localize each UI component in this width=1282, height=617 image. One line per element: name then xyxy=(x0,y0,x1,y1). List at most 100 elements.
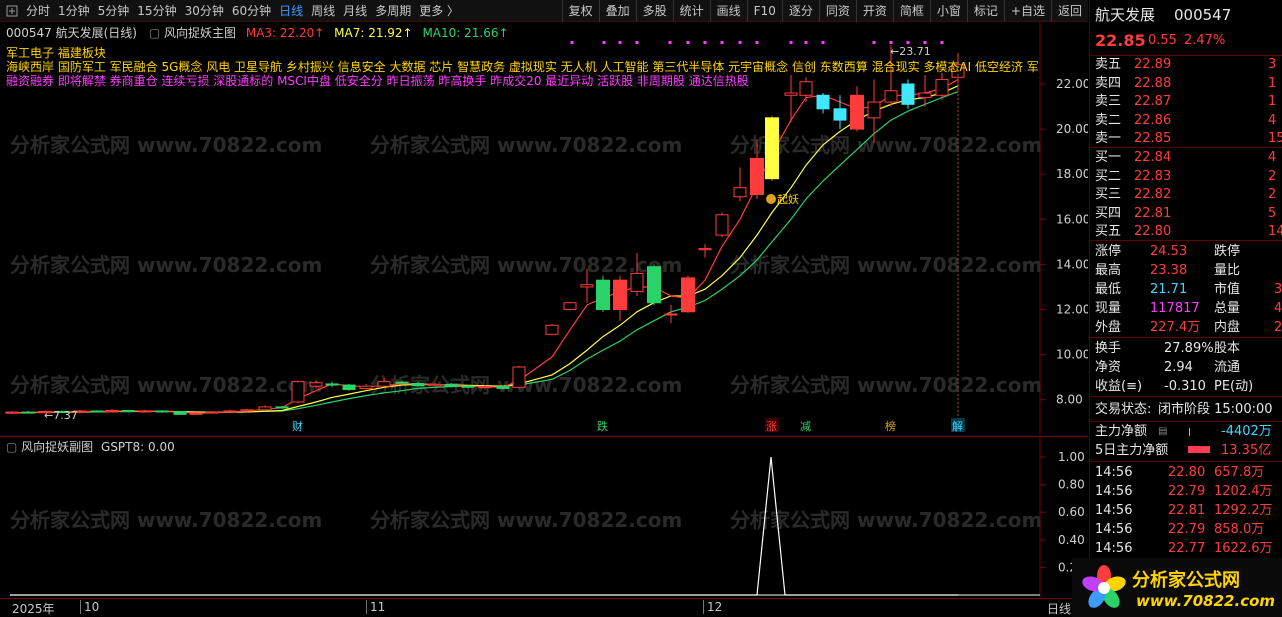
sub-indicator-name[interactable]: 风向捉妖副图 xyxy=(21,440,93,454)
period-tab-2[interactable]: 5分钟 xyxy=(94,0,134,22)
main-net-row[interactable]: 主力净额 ▤ -4402万 xyxy=(1090,422,1282,441)
toolbar-button-12[interactable]: +自选 xyxy=(1003,0,1051,22)
fold-icon[interactable] xyxy=(6,5,18,17)
watermark-text: 分析家公式网 www.70822.com xyxy=(730,373,1042,397)
indicator-icon[interactable]: ▢ xyxy=(149,26,160,40)
candle-body xyxy=(784,92,798,96)
stat-row: 现量 117817 总量 4 xyxy=(1090,299,1282,318)
main-kline-chart[interactable]: 分析家公式网 www.70822.com 分析家公式网 www.70822.com… xyxy=(0,22,1090,435)
period-tab-6[interactable]: 日线 xyxy=(275,0,307,22)
stat-label: 外盘 xyxy=(1095,320,1122,335)
toolbar-button-3[interactable]: 统计 xyxy=(672,0,710,22)
ma3-line xyxy=(11,78,959,414)
tick-time: 14:56 xyxy=(1095,465,1133,480)
stock-name: 航天发展 xyxy=(1095,6,1156,24)
period-tab-9[interactable]: 多周期 xyxy=(371,0,415,22)
site-logo: 分析家公式网 www.70822.com xyxy=(1072,558,1282,617)
candle-body xyxy=(901,83,915,105)
period-tab-8[interactable]: 月线 xyxy=(339,0,371,22)
toolbar-button-2[interactable]: 多股 xyxy=(635,0,673,22)
candle-body xyxy=(240,409,254,412)
toolbar-button-5[interactable]: F10 xyxy=(746,0,782,22)
candle-body xyxy=(664,313,678,316)
period-tab-5[interactable]: 60分钟 xyxy=(228,0,275,22)
indicator-name[interactable]: 风向捉妖主图 xyxy=(164,26,236,40)
fin-value: 2.94 xyxy=(1164,360,1193,375)
sub-indicator-chart[interactable]: 分析家公式网 www.70822.com 分析家公式网 www.70822.com… xyxy=(0,436,1088,599)
menu-icon[interactable]: ▤ xyxy=(1158,422,1167,441)
bid-label: 买三 xyxy=(1095,187,1122,202)
ask-volume: 15 xyxy=(1268,131,1282,146)
price-tick-2: 18.00 xyxy=(1056,167,1088,181)
ask-price: 22.87 xyxy=(1134,94,1172,109)
toolbar-button-8[interactable]: 开资 xyxy=(855,0,893,22)
watermark-text: 分析家公式网 www.70822.com xyxy=(370,133,682,157)
stat-value-2: 4 xyxy=(1274,301,1282,316)
period-tab-4[interactable]: 30分钟 xyxy=(181,0,228,22)
chart-toolbar: 分时 1分钟 5分钟 15分钟 30分钟 60分钟 日线 周线 月线 多周期 更多 〉 复权 叠加 多股… xyxy=(0,0,1088,22)
candle-body xyxy=(5,411,19,414)
stat-label-2: 跌停 xyxy=(1214,244,1241,259)
period-label[interactable]: 日线 xyxy=(1047,600,1071,617)
candle-body xyxy=(850,94,864,130)
tick-price: 22.81 xyxy=(1168,503,1206,518)
tick-volume: 657.8万 xyxy=(1214,465,1265,480)
ma7-label: MA7: 21.92↑ xyxy=(334,26,413,40)
tick-price: 22.80 xyxy=(1168,465,1206,480)
time-label-year: 2025年 xyxy=(12,602,55,616)
period-tab-0[interactable]: 分时 xyxy=(22,0,54,22)
bid-row: 买二 22.83 2 xyxy=(1090,167,1282,186)
event-marker-2: 涨 xyxy=(766,420,777,433)
signal-dot xyxy=(906,41,910,44)
toolbar-button-9[interactable]: 简框 xyxy=(892,0,930,22)
candle-body xyxy=(833,108,847,121)
quote-panel: 航天发展 000547 22.85 0.55 2.47% 卖五 22.89 3 卖四 2… xyxy=(1089,0,1282,617)
last-price: 22.85 xyxy=(1095,31,1146,50)
candle-body xyxy=(733,187,747,198)
signal-dot xyxy=(720,41,724,44)
tick-price: 22.79 xyxy=(1168,522,1206,537)
toolbar-button-1[interactable]: 叠加 xyxy=(598,0,636,22)
ma10-label: MA10: 21.66↑ xyxy=(422,26,509,40)
fin-row: 净资 2.94 流通 xyxy=(1090,358,1282,377)
sub-tick-1: 0.80 xyxy=(1058,478,1085,492)
candle-body xyxy=(816,94,830,110)
bid-row: 买五 22.80 14 xyxy=(1090,222,1282,241)
bid-price: 22.84 xyxy=(1134,150,1172,165)
bid-row: 买四 22.81 5 xyxy=(1090,204,1282,223)
candle-body xyxy=(121,410,135,413)
stat-label: 涨停 xyxy=(1095,244,1122,259)
period-tab-1[interactable]: 1分钟 xyxy=(54,0,94,22)
toolbar-button-10[interactable]: 小窗 xyxy=(929,0,967,22)
sub-indicator-icon[interactable]: ▢ xyxy=(6,440,17,454)
period-tab-3[interactable]: 15分钟 xyxy=(133,0,180,22)
fin-row: 换手 27.89% 股本 xyxy=(1090,339,1282,358)
fin-label-2: 流通 xyxy=(1214,360,1241,375)
sub-chart-header: ▢ 风向捉妖副图 GSPT8: 0.00 xyxy=(6,438,175,455)
signal-dot xyxy=(872,41,876,44)
tick-price: 22.79 xyxy=(1168,484,1206,499)
bid-volume: 14 xyxy=(1268,224,1282,239)
stat-value: 21.71 xyxy=(1150,282,1188,297)
toolbar-button-11[interactable]: 标记 xyxy=(966,0,1004,22)
price-tick-4: 14.00 xyxy=(1056,257,1088,271)
period-tab-7[interactable]: 周线 xyxy=(307,0,339,22)
toolbar-button-6[interactable]: 逐分 xyxy=(781,0,819,22)
toolbar-button-0[interactable]: 复权 xyxy=(561,0,599,22)
event-marker-5: 解 xyxy=(952,419,963,433)
event-marker-4: 榜 xyxy=(885,419,896,433)
period-tab-10[interactable]: 更多 〉 xyxy=(415,0,463,22)
toolbar-button-4[interactable]: 画线 xyxy=(709,0,747,22)
candle-body xyxy=(461,385,475,388)
ask-row: 卖三 22.87 1 xyxy=(1090,92,1282,111)
signal-dot xyxy=(703,41,707,44)
toolbar-button-13[interactable]: 返回 xyxy=(1050,0,1088,22)
candle-body xyxy=(596,279,610,310)
stat-value: 23.38 xyxy=(1150,263,1188,278)
signal-icon xyxy=(766,194,776,204)
candle-body xyxy=(428,383,442,387)
bid-volume: 4 xyxy=(1268,150,1277,165)
stat-label-2: 总量 xyxy=(1214,301,1241,316)
ask-row: 卖四 22.88 1 xyxy=(1090,74,1282,93)
toolbar-button-7[interactable]: 同资 xyxy=(818,0,856,22)
